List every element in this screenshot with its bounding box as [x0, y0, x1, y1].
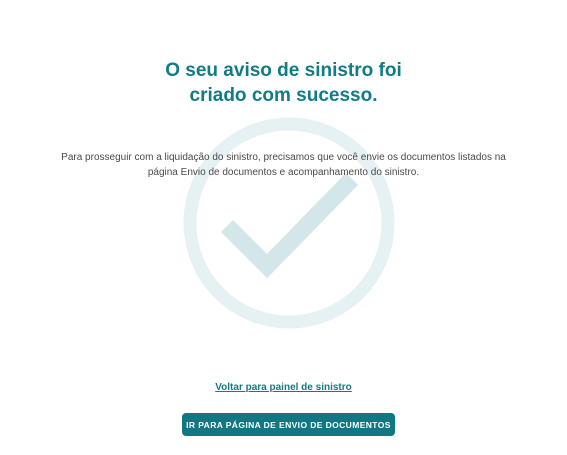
- back-to-claims-panel-link[interactable]: Voltar para painel de sinistro: [215, 382, 352, 393]
- instruction-message-line-1: Para prosseguir com a liquidação do sini…: [61, 152, 506, 163]
- instruction-message-line-2: página Envio de documentos e acompanhame…: [147, 167, 420, 178]
- back-link-container: Voltar para painel de sinistro: [0, 377, 567, 395]
- success-page: O seu aviso de sinistro foi criado com s…: [0, 0, 567, 455]
- go-to-documents-button[interactable]: IR PARA PÁGINA DE ENVIO DE DOCUMENTOS: [182, 413, 395, 436]
- page-title: O seu aviso de sinistro foi criado com s…: [0, 58, 567, 108]
- instruction-message: Para prosseguir com a liquidação do sini…: [60, 150, 507, 180]
- check-circle-icon: [183, 117, 395, 329]
- page-title-line-2: criado com sucesso.: [189, 85, 378, 106]
- page-title-line-1: O seu aviso de sinistro foi: [165, 60, 402, 81]
